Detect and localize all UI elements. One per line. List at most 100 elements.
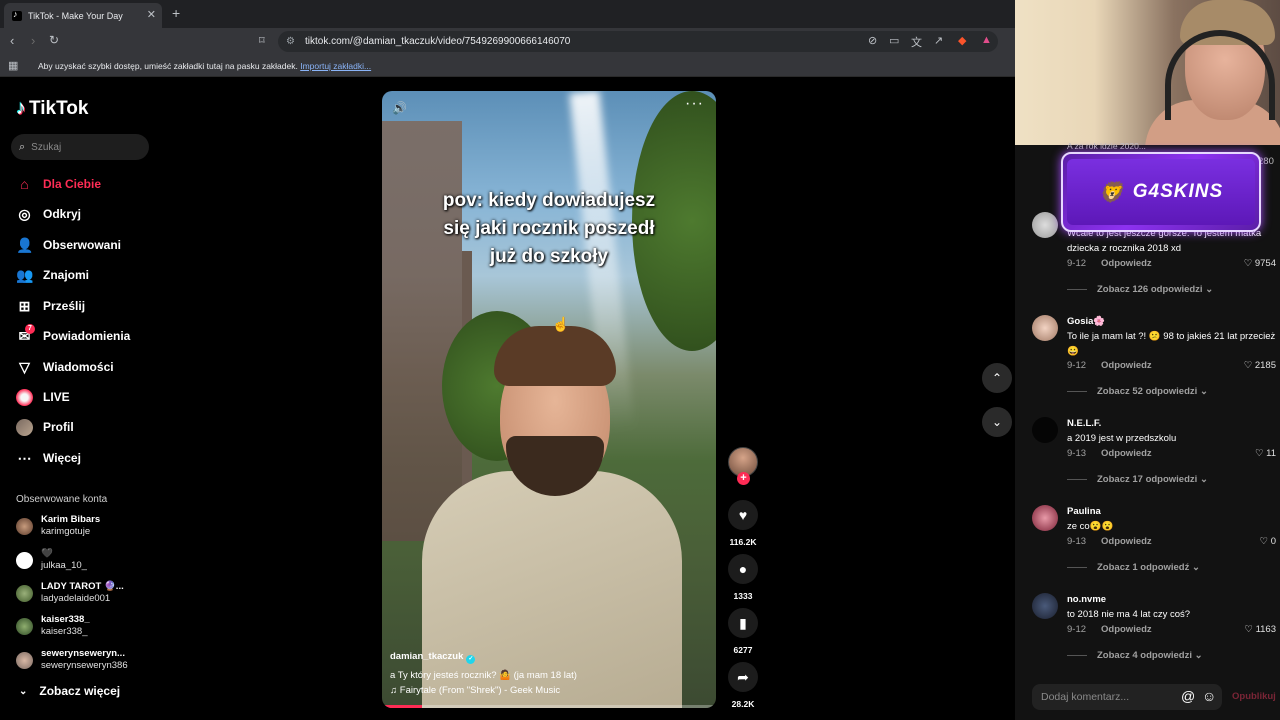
import-bookmarks-link[interactable]: Importuj zakładki... <box>300 61 371 71</box>
video-author[interactable]: damian_tkaczuk ✓ <box>390 651 476 664</box>
comment-input-placeholder: Dodaj komentarz... <box>1041 691 1130 703</box>
emoji-icon[interactable]: ☺ <box>1202 688 1216 704</box>
bookmark-icon[interactable]: ⌑ <box>259 34 265 47</box>
comment-date: 9-13 <box>1067 536 1087 547</box>
reply-button[interactable]: Odpowiedz <box>1101 258 1152 269</box>
comment-like[interactable]: ♡ 0 <box>1224 536 1276 547</box>
like-button[interactable]: ♥ <box>728 500 758 530</box>
forward-icon[interactable]: › <box>31 33 35 48</box>
video-progress-bar[interactable] <box>382 705 716 708</box>
avatar[interactable] <box>1032 315 1058 341</box>
next-video-button[interactable]: ⌄ <box>982 407 1012 437</box>
avatar[interactable] <box>1032 593 1058 619</box>
caption-line: się jaki rocznik poszedł <box>443 218 655 239</box>
comment-like-count: 2185 <box>1254 360 1276 371</box>
like-count: 116.2K <box>729 537 757 547</box>
followed-account[interactable]: sewerynseweryn... sewerynseweryn386 <box>16 647 128 673</box>
chevron-down-icon: ⌄ <box>1194 650 1203 661</box>
followed-account[interactable]: kaiser338_ kaiser338_ <box>16 613 90 639</box>
comment-like-count: 1163 <box>1255 624 1276 635</box>
followed-accounts-heading: Obserwowane konta <box>16 494 108 505</box>
nav-friends[interactable]: 👥 Znajomi <box>16 265 89 285</box>
reply-button[interactable]: Odpowiedz <box>1101 536 1152 547</box>
comment-like[interactable]: ♡ 2185 <box>1224 360 1276 371</box>
brave-rewards-icon[interactable]: ▲ <box>981 34 992 46</box>
view-replies-button[interactable]: Zobacz 52 odpowiedzi ⌄ <box>1067 386 1208 397</box>
heart-icon: ♥ <box>738 507 748 523</box>
comment-like-count: 0 <box>1270 536 1276 547</box>
comment-like[interactable]: ♡ 11 <box>1224 448 1276 459</box>
messages-icon: ▽ <box>19 358 30 375</box>
share-icon[interactable]: ↗ <box>934 34 943 47</box>
video-music[interactable]: ♫ Fairytale (From "Shrek") - Geek Music <box>390 685 560 696</box>
view-replies-button[interactable]: Zobacz 126 odpowiedzi ⌄ <box>1067 284 1213 295</box>
back-icon[interactable]: ‹ <box>10 33 14 48</box>
reload-icon[interactable]: ↻ <box>49 33 59 47</box>
comment-author[interactable]: Gosia🌸 <box>1067 316 1105 327</box>
video-player[interactable]: pov: kiedy dowiadujesz się jaki rocznik … <box>382 91 716 708</box>
mouse-cursor-icon: ☝ <box>552 316 570 332</box>
no-tracking-icon[interactable]: ⊘ <box>868 34 877 47</box>
view-replies-button[interactable]: Zobacz 1 odpowiedź ⌄ <box>1067 562 1200 573</box>
browser-tab[interactable]: TikTok - Make Your Day ✕ <box>4 3 162 28</box>
reply-button[interactable]: Odpowiedz <box>1101 360 1152 371</box>
save-count: 6277 <box>733 645 753 655</box>
more-options-icon[interactable]: ··· <box>685 95 704 113</box>
reply-button[interactable]: Odpowiedz <box>1101 624 1152 635</box>
comment-like[interactable]: ♡ 9754 <box>1224 258 1276 269</box>
search-icon: ⌕ <box>19 140 26 153</box>
new-tab-icon[interactable]: + <box>172 5 180 21</box>
sponsor-badge: 🦁 G4SKINS <box>1061 152 1261 232</box>
followed-account[interactable]: 🖤 julkaa_10_ <box>16 547 87 573</box>
share-button[interactable]: ➦ <box>728 662 758 692</box>
nav-label: Profil <box>43 420 74 434</box>
view-replies-button[interactable]: Zobacz 4 odpowiedzi ⌄ <box>1067 650 1203 661</box>
comment-like[interactable]: ♡ 1163 <box>1224 624 1276 635</box>
avatar[interactable] <box>1032 505 1058 531</box>
nav-profile[interactable]: Profil <box>16 417 74 437</box>
reply-button[interactable]: Odpowiedz <box>1101 448 1152 459</box>
follow-plus-icon[interactable]: + <box>737 472 750 485</box>
nav-upload[interactable]: ⊞ Prześlij <box>16 296 85 316</box>
nav-more[interactable]: ⋯ Więcej <box>16 448 81 468</box>
followed-account[interactable]: LADY TAROT 🔮... ladyadelaide001 <box>16 580 124 606</box>
comment-author[interactable]: Paulina <box>1067 506 1101 517</box>
nav-messages[interactable]: ▽ Wiadomości <box>16 357 113 377</box>
mention-icon[interactable]: @ <box>1181 688 1195 704</box>
avatar[interactable] <box>1032 417 1058 443</box>
comment-date: 9-12 <box>1067 624 1087 635</box>
tiktok-logo[interactable]: ♪ TikTok <box>16 97 88 120</box>
search-input[interactable]: ⌕ Szukaj <box>11 134 149 160</box>
search-placeholder: Szukaj <box>31 141 62 153</box>
publish-button[interactable]: Opublikuj <box>1232 691 1276 702</box>
tiktok-note-icon: ♪ <box>16 97 26 119</box>
followed-account[interactable]: Karim Bibars karimgotuje <box>16 513 100 539</box>
see-more-button[interactable]: ⌄ Zobacz więcej <box>19 684 120 698</box>
comment-button[interactable]: ● <box>728 554 758 584</box>
translate-icon[interactable]: 文 <box>911 34 922 50</box>
nav-live[interactable]: LIVE <box>16 387 70 407</box>
view-replies-button[interactable]: Zobacz 17 odpowiedzi ⌄ <box>1067 474 1208 485</box>
nav-notifications[interactable]: ✉ 7 Powiadomienia <box>16 323 130 346</box>
cast-icon[interactable]: ▭ <box>889 34 899 47</box>
site-info-icon[interactable]: ⚙ <box>286 31 295 52</box>
account-handle: sewerynseweryn386 <box>41 660 128 671</box>
nav-following[interactable]: 👤 Obserwowani <box>16 235 121 255</box>
nav-explore[interactable]: ◎ Odkryj <box>16 204 81 224</box>
brave-shield-icon[interactable]: ◆ <box>958 34 966 47</box>
comment-author[interactable]: N.E.L.F. <box>1067 418 1101 429</box>
comment-like-count: 9754 <box>1254 258 1276 269</box>
chevron-down-icon: ⌄ <box>1205 284 1214 295</box>
previous-video-button[interactable]: ⌃ <box>982 363 1012 393</box>
comment-author[interactable]: no.nvme <box>1067 594 1106 605</box>
apps-grid-icon[interactable]: ▦ <box>8 59 18 72</box>
avatar[interactable] <box>1032 212 1058 238</box>
heart-outline-icon: ♡ <box>1243 258 1253 269</box>
comment-date: 9-13 <box>1067 448 1087 459</box>
save-button[interactable]: ▮ <box>728 608 758 638</box>
sponsor-name: G4SKINS <box>1132 181 1224 202</box>
nav-for-you[interactable]: ⌂ Dla Ciebie <box>16 174 101 194</box>
volume-icon[interactable]: 🔊 <box>392 101 407 115</box>
nav-label: Dla Ciebie <box>43 177 102 191</box>
close-tab-icon[interactable]: ✕ <box>147 8 156 21</box>
